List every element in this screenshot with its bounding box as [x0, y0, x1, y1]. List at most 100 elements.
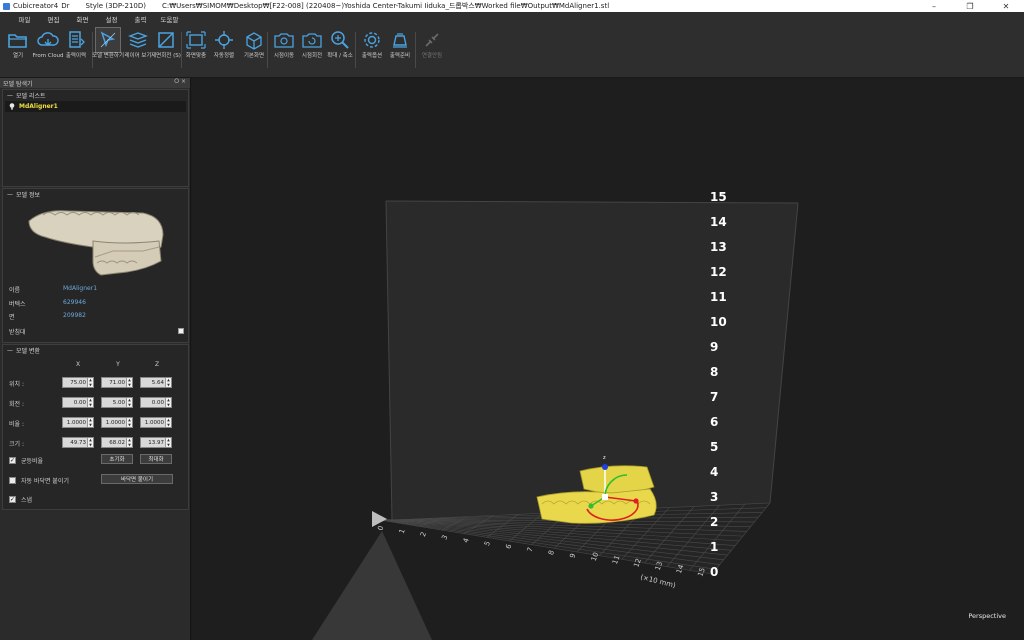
position-y-input[interactable]: 71.00 ▲ ▼: [101, 377, 133, 388]
print-options-button[interactable]: 출력옵션: [358, 28, 386, 74]
position-z-input[interactable]: 5.64 ▲ ▼: [140, 377, 172, 388]
toolbar: 열기 From Cloud 출력이력 모델 변환하기 레이어 보기 제면회전 (…: [0, 26, 1024, 78]
z-tick-label: 14: [710, 215, 727, 229]
menu-edit[interactable]: 편집: [39, 14, 68, 24]
model-info-title[interactable]: — 모델 정보: [3, 189, 188, 199]
model-transform-button[interactable]: 모델 변환하기: [91, 27, 125, 74]
rotation-z-input[interactable]: 0.00 ▲ ▼: [140, 397, 172, 408]
projection-label[interactable]: Perspective: [968, 612, 1006, 620]
gizmo-z-handle[interactable]: [602, 464, 608, 470]
z-tick-label: 8: [710, 365, 718, 379]
auto-arrange-button[interactable]: 자동정렬: [210, 28, 238, 74]
scene-canvas[interactable]: z 1514131211109876543210 0 1 2 3 4 5 6 7 8 9 10 11 1…: [192, 79, 1024, 640]
bulb-icon[interactable]: [9, 103, 15, 110]
axis-x-label: X: [75, 361, 81, 368]
size-x-input[interactable]: 49.73 ▲ ▼: [62, 437, 94, 448]
maximize-button[interactable]: ❐: [952, 0, 988, 12]
scale-y-input[interactable]: 1.0000 ▲ ▼: [101, 417, 133, 428]
gizmo-z-letter: z: [603, 455, 606, 461]
print-prepare-icon: [388, 28, 412, 52]
auto-arrange-label: 자동정렬: [213, 53, 235, 59]
size-z-input[interactable]: 13.97 ▲ ▼: [140, 437, 172, 448]
scale-x-input[interactable]: 1.0000 ▲ ▼: [62, 417, 94, 428]
attach-floor-button[interactable]: 바닥면 붙이기: [101, 474, 173, 484]
menu-print[interactable]: 출력: [126, 14, 155, 24]
snap-checkbox[interactable]: ✓: [9, 496, 16, 503]
face-rotate-button[interactable]: 제면회전 (S): [151, 28, 181, 74]
from-cloud-button[interactable]: From Cloud: [32, 28, 64, 74]
3d-viewport[interactable]: z 15 14 13 12 11 10 9 8 7 6 5 4 3 2 1 0 0 1 2 3 4 5 6 7 8 9 10 11 1…: [192, 79, 1024, 640]
snap-row[interactable]: ✓ 스냅: [9, 495, 32, 504]
view-move-icon: [272, 28, 296, 52]
origin-marker: [372, 511, 387, 527]
reset-button[interactable]: 초기화: [101, 454, 133, 464]
rotation-y-input[interactable]: 5.00 ▲ ▼: [101, 397, 133, 408]
rotation-label: 회전 :: [9, 401, 24, 408]
z-tick-label: 12: [710, 265, 727, 279]
face-label: 면: [9, 314, 15, 321]
view-move-button[interactable]: 시점이동: [270, 28, 298, 74]
view-rotate-button[interactable]: 시점회전: [298, 28, 326, 74]
gizmo-center[interactable]: [602, 494, 608, 500]
toolbar-separator: [415, 32, 416, 68]
z-tick-label: 0: [710, 565, 718, 579]
scale-label: 비율 :: [9, 421, 24, 428]
model-transform-title[interactable]: — 모델 변환: [3, 345, 188, 355]
z-tick-label: 3: [710, 490, 718, 504]
menu-file[interactable]: 파일: [10, 14, 39, 24]
z-tick-label: 7: [710, 390, 718, 404]
maximize-size-button[interactable]: 최대화: [140, 454, 172, 464]
menu-settings[interactable]: 설정: [97, 14, 126, 24]
close-button[interactable]: ✕: [988, 0, 1024, 12]
x-tick-label: 3: [440, 534, 449, 541]
zoom-button[interactable]: 확대 / 축소: [326, 28, 354, 74]
name-value: MdAligner1: [63, 285, 98, 292]
z-tick-label: 2: [710, 515, 718, 529]
print-prepare-label: 출력준비: [389, 53, 411, 59]
position-x-input[interactable]: 75.00 ▲ ▼: [62, 377, 94, 388]
default-view-button[interactable]: 기본화면: [240, 28, 268, 74]
gizmo-x-handle[interactable]: [633, 498, 639, 504]
z-tick-label: 10: [710, 315, 727, 329]
connection-label: 연결안됨: [421, 53, 443, 59]
print-prepare-button[interactable]: 출력준비: [386, 28, 414, 74]
x-tick-label: 0: [376, 525, 385, 532]
uniform-scale-checkbox[interactable]: ✓: [9, 457, 16, 464]
size-y-input[interactable]: 68.02 ▲ ▼: [101, 437, 133, 448]
x-tick-label: 7: [526, 546, 535, 553]
panel-pin-close[interactable]: ⭘ ×: [174, 78, 186, 86]
open-button[interactable]: 열기: [4, 28, 32, 74]
printer-style: Style (3DP-210D): [85, 2, 146, 10]
rotation-x-input[interactable]: 0.00 ▲ ▼: [62, 397, 94, 408]
print-history-button[interactable]: 출력이력: [62, 28, 90, 74]
layer-view-button[interactable]: 레이어 보기: [124, 28, 152, 74]
uniform-scale-row[interactable]: ✓ 균등비율: [9, 456, 43, 465]
model-list-title[interactable]: — 모델 리스트: [3, 90, 188, 100]
auto-floor-checkbox[interactable]: [9, 477, 16, 484]
x-axis-unit: (×10 mm): [640, 573, 677, 590]
menu-help[interactable]: 도움말: [155, 14, 184, 24]
axis-z-label: Z: [154, 361, 160, 368]
fit-screen-icon: [184, 28, 208, 52]
zoom-icon: [328, 28, 352, 52]
face-rotate-label: 제면회전 (S): [151, 53, 181, 59]
z-tick-label: 13: [710, 240, 727, 254]
model-explorer-panel: 모델 탐색기 ⭘ × — 모델 리스트 MdAligner1 — 모델 정보 이름 …: [0, 78, 191, 640]
x-tick-label: 6: [504, 543, 513, 550]
connection-button[interactable]: 연결안됨: [418, 28, 446, 74]
vertex-label: 버텍스: [9, 301, 26, 308]
menu-view[interactable]: 화면: [68, 14, 97, 24]
minimize-button[interactable]: –: [916, 0, 952, 12]
open-folder-icon: [6, 28, 30, 52]
axis-y-label: Y: [116, 361, 120, 368]
support-checkbox[interactable]: [178, 328, 184, 334]
gizmo-y-handle[interactable]: [588, 503, 594, 509]
auto-floor-row[interactable]: 자동 바닥면 붙이기: [9, 476, 69, 485]
list-item[interactable]: MdAligner1: [5, 101, 186, 112]
x-tick-label: 5: [483, 540, 492, 547]
scale-z-input[interactable]: 1.0000 ▲ ▼: [140, 417, 172, 428]
fit-screen-button[interactable]: 화면맞춤: [182, 28, 210, 74]
zoom-label: 확대 / 축소: [327, 53, 353, 59]
model-transform-label: 모델 변환하기: [91, 53, 125, 59]
model-upper-arch: [579, 465, 655, 494]
